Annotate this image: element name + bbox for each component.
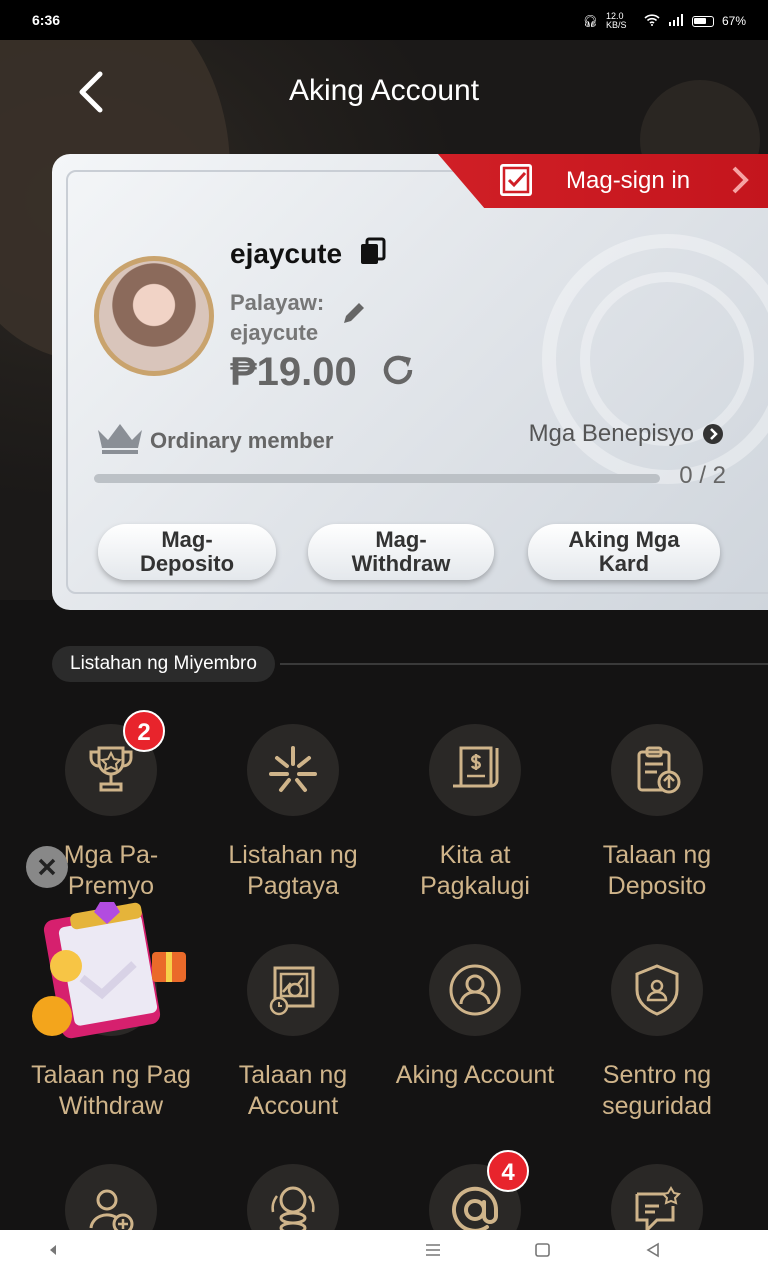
menu-item-label: Kita at Pagkalugi: [420, 841, 530, 900]
menu-item[interactable]: Kita at Pagkalugi: [384, 724, 566, 902]
account-page: 6:36 🎧︎ 12.0 KB/S 67% Aking Account Mag-…: [0, 0, 768, 1280]
avatar[interactable]: [94, 256, 214, 376]
benefits-label: Mga Benepisyo: [528, 420, 694, 447]
menu-item[interactable]: Talaan ng Account: [202, 944, 384, 1122]
sign-in-label: Mag-sign in: [566, 167, 691, 194]
benefits-link[interactable]: Mga Benepisyo: [529, 420, 724, 448]
withdraw-button[interactable]: Mag- Withdraw: [308, 524, 494, 580]
nickname-block: Palayaw: ejaycute: [230, 288, 324, 348]
menu-icon[interactable]: [424, 1242, 442, 1263]
copy-icon[interactable]: [358, 236, 388, 273]
trophy-icon: 2: [65, 710, 165, 816]
shield-user-icon: [611, 944, 703, 1036]
withdraw-label: Mag- Withdraw: [351, 527, 451, 576]
menu-item-label: Talaan ng Pag Withdraw: [31, 1061, 191, 1120]
menu-item[interactable]: Aking Account: [384, 944, 566, 1091]
receipt-dollar-icon: [429, 724, 521, 816]
deposit-label: Mag- Deposito: [139, 527, 235, 576]
wifi-icon: [644, 13, 660, 29]
nickname-label: Palayaw:: [230, 290, 325, 315]
arrow-circle-icon: [703, 424, 723, 444]
promo-floating-banner[interactable]: [22, 898, 194, 1050]
my-cards-label: Aking Mga Kard: [568, 527, 680, 576]
section-title: Listahan ng Miyembro: [52, 646, 275, 682]
notification-badge: 4: [487, 1150, 529, 1192]
deposit-button[interactable]: Mag- Deposito: [98, 524, 276, 580]
close-promo-button[interactable]: [26, 846, 68, 888]
menu-item-label: Talaan ng Account: [238, 1061, 348, 1120]
account-record-icon: [247, 944, 339, 1036]
progress-text: 0 / 2: [679, 462, 726, 489]
close-icon: [38, 858, 56, 876]
clipboard-upload-icon: [611, 724, 703, 816]
menu-item[interactable]: Listahan ng Pagtaya: [202, 724, 384, 902]
status-bar: 6:36 🎧︎ 12.0 KB/S 67%: [0, 0, 768, 40]
edit-pencil-icon[interactable]: [340, 299, 368, 332]
battery-percent: 67%: [721, 14, 746, 28]
nickname-value: ejaycute: [230, 320, 319, 345]
status-time: 6:36: [32, 12, 61, 28]
balance-amount: ₱19.00: [230, 350, 357, 394]
back-nav-icon[interactable]: [644, 1242, 662, 1263]
sign-in-button[interactable]: Mag-sign in: [438, 154, 768, 208]
nav-left-icon[interactable]: [46, 1242, 60, 1263]
status-icons: 🎧︎ 12.0 KB/S 67%: [583, 12, 746, 30]
signal-icon: [668, 13, 684, 29]
member-level: Ordinary member: [150, 428, 334, 453]
menu-item-label: Aking Account: [395, 1061, 555, 1089]
menu-item[interactable]: Sentro ng seguridad: [566, 944, 748, 1122]
menu-item-label: Talaan ng Deposito: [602, 841, 712, 900]
my-cards-button[interactable]: Aking Mga Kard: [528, 524, 720, 580]
net-speed: 12.0 KB/S: [605, 11, 627, 30]
profile-card: Mag-sign in ejaycute Palayaw: ejaycute ₱…: [52, 154, 768, 610]
user-circle-icon: [429, 944, 521, 1036]
member-progress-bar: [94, 474, 660, 483]
menu-item[interactable]: Talaan ng Deposito: [566, 724, 748, 902]
checkbox-icon: [500, 164, 532, 196]
chevron-right-icon: [730, 164, 750, 201]
menu-item-label: Listahan ng Pagtaya: [228, 841, 358, 900]
system-nav-bar: [0, 1230, 768, 1280]
battery-icon: [691, 15, 714, 27]
refresh-icon[interactable]: [378, 350, 418, 395]
menu-item-label: Sentro ng seguridad: [602, 1061, 712, 1120]
gift-book-icon: [32, 902, 186, 1039]
home-icon[interactable]: [534, 1242, 552, 1263]
page-title: Aking Account: [288, 74, 480, 107]
username: ejaycute: [230, 238, 343, 269]
crown-icon: [94, 420, 146, 461]
sparkle-icon: [247, 724, 339, 816]
headphones-icon: 🎧︎: [582, 14, 598, 28]
notification-badge: 2: [123, 710, 165, 752]
divider: [280, 663, 768, 665]
